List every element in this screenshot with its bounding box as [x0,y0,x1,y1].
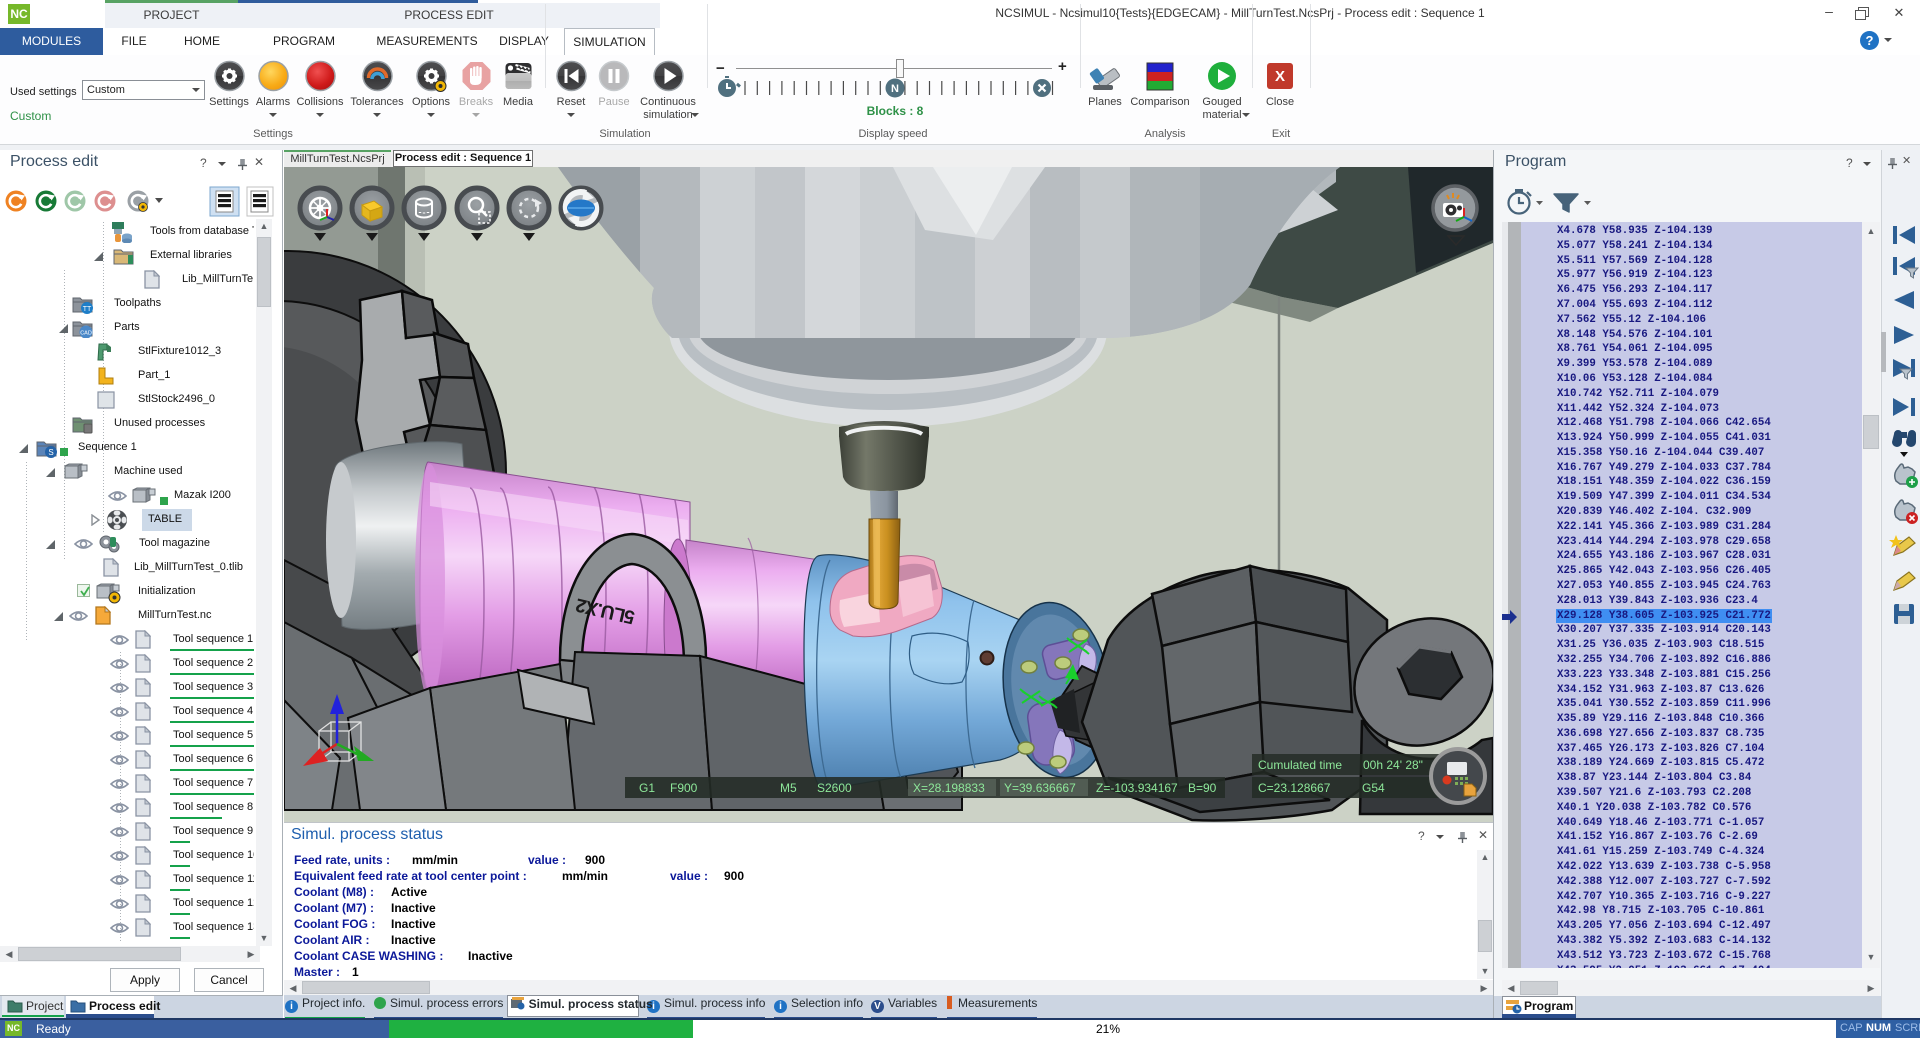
svg-text:00h 24' 28": 00h 24' 28" [1363,758,1423,772]
svg-text:CAD: CAD [80,331,92,337]
svg-text:X: X [1275,68,1285,85]
svg-text:M5: M5 [780,781,797,795]
svg-text:B=90: B=90 [1188,781,1217,795]
svg-text:S2600: S2600 [817,781,852,795]
svg-text:N: N [891,83,899,95]
svg-text:Cumulated time: Cumulated time [1258,758,1342,772]
svg-text:G1: G1 [639,781,655,795]
svg-text:X=28.198833: X=28.198833 [913,781,985,795]
svg-text:G54: G54 [1362,781,1385,795]
svg-text:F900: F900 [670,781,698,795]
svg-text:C=23.128667: C=23.128667 [1258,781,1331,795]
svg-text:Y=39.636667: Y=39.636667 [1004,781,1076,795]
svg-text:S: S [48,448,53,457]
svg-text:Z=-103.934167: Z=-103.934167 [1096,781,1178,795]
svg-text:TT: TT [83,306,92,313]
